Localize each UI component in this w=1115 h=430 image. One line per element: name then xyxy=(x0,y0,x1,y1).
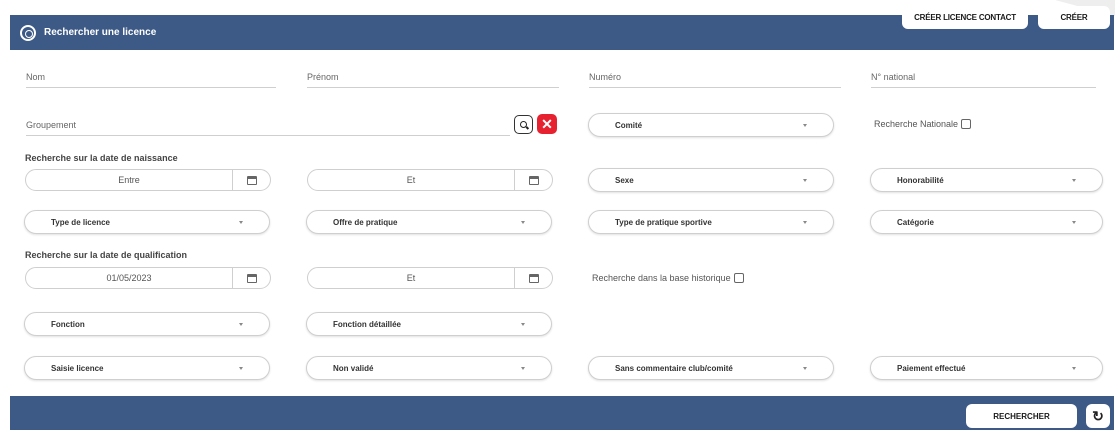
chevron-down-icon xyxy=(1072,366,1076,370)
calendar-icon xyxy=(528,273,539,283)
close-icon: ✕ xyxy=(541,115,553,132)
create-button[interactable]: CRÉER xyxy=(1038,6,1110,29)
groupement-label: Groupement xyxy=(26,120,77,130)
commentaire-label: Sans commentaire club/comité xyxy=(615,363,733,373)
nom-label: Nom xyxy=(26,72,46,82)
prenom-field[interactable]: Prénom xyxy=(307,72,559,88)
recherche-nationale-checkbox[interactable] xyxy=(961,119,972,129)
fonction-detaillee-label: Fonction détaillée xyxy=(333,319,402,329)
recherche-nationale-option[interactable]: Recherche Nationale xyxy=(874,119,972,129)
qualif-from-calendar-button[interactable] xyxy=(232,268,270,288)
qualif-to-calendar-button[interactable] xyxy=(514,268,552,288)
fonction-detaillee-select[interactable]: Fonction détaillée xyxy=(306,312,552,336)
refresh-icon: ↻ xyxy=(1092,407,1104,424)
chevron-down-icon xyxy=(521,366,525,370)
chevron-down-icon xyxy=(803,366,807,370)
chevron-down-icon xyxy=(1072,220,1076,224)
sexe-select[interactable]: Sexe xyxy=(588,168,834,192)
chevron-down-icon xyxy=(803,220,807,224)
chevron-down-icon xyxy=(239,220,243,224)
page-title: Rechercher une licence xyxy=(44,27,157,38)
calendar-icon xyxy=(246,175,257,185)
numero-field[interactable]: Numéro xyxy=(589,72,841,88)
national-number-label: N° national xyxy=(871,72,916,82)
chevron-down-icon xyxy=(1072,178,1076,182)
honorabilite-select[interactable]: Honorabilité xyxy=(870,168,1103,192)
recherche-historique-label: Recherche dans la base historique xyxy=(592,273,731,283)
offre-pratique-label: Offre de pratique xyxy=(333,217,398,227)
comite-label: Comité xyxy=(615,120,643,130)
qualif-from-date[interactable]: 01/05/2023 xyxy=(25,267,271,289)
calendar-icon xyxy=(246,273,257,283)
groupement-field[interactable]: Groupement xyxy=(26,120,510,136)
groupement-search-button[interactable] xyxy=(514,115,533,134)
offre-pratique-select[interactable]: Offre de pratique xyxy=(306,210,552,234)
paiement-select[interactable]: Paiement effectué xyxy=(870,356,1103,380)
section-date-qualification: Recherche sur la date de qualification xyxy=(25,250,188,260)
footer-bar xyxy=(10,396,1114,430)
naissance-to-date[interactable]: Et xyxy=(307,169,553,191)
categorie-label: Catégorie xyxy=(897,217,934,227)
naissance-from-value: Entre xyxy=(118,175,140,185)
chevron-down-icon xyxy=(521,220,525,224)
type-licence-label: Type de licence xyxy=(51,217,110,227)
chevron-down-icon xyxy=(803,178,807,182)
naissance-to-calendar-button[interactable] xyxy=(514,170,552,190)
qualif-to-date[interactable]: Et xyxy=(307,267,553,289)
paiement-label: Paiement effectué xyxy=(897,363,966,373)
type-pratique-label: Type de pratique sportive xyxy=(615,217,712,227)
saisie-licence-label: Saisie licence xyxy=(51,363,104,373)
chevron-down-icon xyxy=(803,123,807,127)
naissance-from-calendar-button[interactable] xyxy=(232,170,270,190)
chevron-down-icon xyxy=(239,322,243,326)
commentaire-select[interactable]: Sans commentaire club/comité xyxy=(588,356,834,380)
create-contact-license-button[interactable]: CRÉER LICENCE CONTACT xyxy=(902,6,1028,29)
recherche-nationale-label: Recherche Nationale xyxy=(874,119,959,129)
type-licence-select[interactable]: Type de licence xyxy=(24,210,270,234)
validation-select[interactable]: Non validé xyxy=(306,356,552,380)
validation-label: Non validé xyxy=(333,363,374,373)
sexe-label: Sexe xyxy=(615,175,634,185)
refresh-button[interactable]: ↻ xyxy=(1086,404,1110,428)
prenom-label: Prénom xyxy=(307,72,339,82)
nom-field[interactable]: Nom xyxy=(26,72,276,88)
fonction-select[interactable]: Fonction xyxy=(24,312,270,336)
chevron-down-icon xyxy=(521,322,525,326)
numero-label: Numéro xyxy=(589,72,622,82)
type-pratique-select[interactable]: Type de pratique sportive xyxy=(588,210,834,234)
recherche-historique-checkbox[interactable] xyxy=(733,273,744,283)
national-number-field[interactable]: N° national xyxy=(871,72,1096,88)
recherche-historique-option[interactable]: Recherche dans la base historique xyxy=(592,273,744,283)
section-date-naissance: Recherche sur la date de naissance xyxy=(25,153,178,163)
search-icon xyxy=(520,121,527,128)
fonction-label: Fonction xyxy=(51,319,85,329)
chevron-down-icon xyxy=(239,366,243,370)
search-button[interactable]: RECHERCHER xyxy=(966,404,1077,428)
saisie-licence-select[interactable]: Saisie licence xyxy=(24,356,270,380)
calendar-icon xyxy=(528,175,539,185)
naissance-to-value: Et xyxy=(406,175,416,185)
qualif-to-value: Et xyxy=(406,273,416,283)
groupement-clear-button[interactable]: ✕ xyxy=(537,114,557,134)
app-logo-icon xyxy=(20,24,36,41)
naissance-from-date[interactable]: Entre xyxy=(25,169,271,191)
honorabilite-label: Honorabilité xyxy=(897,175,944,185)
qualif-from-value: 01/05/2023 xyxy=(106,273,152,283)
comite-select[interactable]: Comité xyxy=(588,113,834,137)
categorie-select[interactable]: Catégorie xyxy=(870,210,1103,234)
